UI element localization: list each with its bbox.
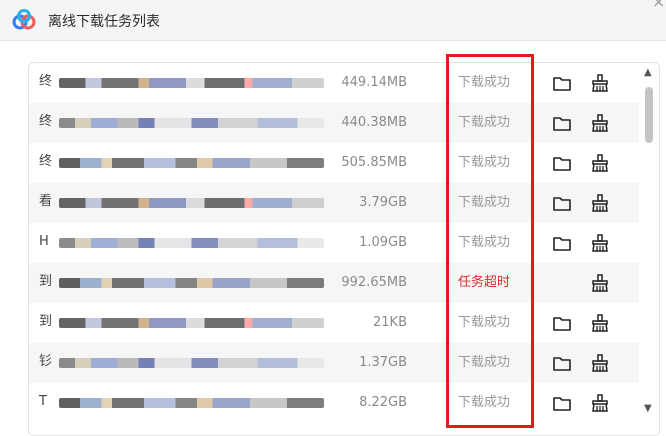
broom-icon[interactable] <box>589 392 611 414</box>
folder-icon[interactable] <box>551 192 573 214</box>
folder-icon[interactable] <box>551 72 573 94</box>
redacted-file-name <box>59 198 324 208</box>
redacted-file-name <box>59 78 324 88</box>
file-name-prefix: H <box>39 234 49 249</box>
redacted-file-name <box>59 318 324 328</box>
table-row[interactable]: 终 449.14MB 下载成功 <box>29 63 639 103</box>
task-status: 下载成功 <box>457 75 510 90</box>
task-status: 下载成功 <box>457 395 510 410</box>
file-name-prefix: 看 <box>39 194 53 209</box>
task-status: 下载成功 <box>457 115 510 130</box>
file-size: 1.37GB <box>359 355 407 370</box>
task-status: 下载成功 <box>457 355 510 370</box>
broom-icon[interactable] <box>589 112 611 134</box>
file-size: 505.85MB <box>341 155 407 170</box>
window-title: 离线下载任务列表 <box>48 14 160 30</box>
folder-icon[interactable] <box>551 352 573 374</box>
table-row[interactable]: 看 3.79GB 下载成功 <box>29 183 639 223</box>
file-name-prefix: 到 <box>39 274 53 289</box>
table-row[interactable]: T 8.22GB 下载成功 <box>29 383 639 423</box>
task-status: 下载成功 <box>457 315 510 330</box>
folder-icon[interactable] <box>551 392 573 414</box>
scroll-down-icon[interactable]: ▼ <box>644 403 652 414</box>
redacted-file-name <box>59 118 324 128</box>
broom-icon[interactable] <box>589 312 611 334</box>
file-size: 992.65MB <box>341 275 407 290</box>
file-size: 1.09GB <box>359 235 407 250</box>
task-status: 下载成功 <box>457 235 510 250</box>
file-size: 449.14MB <box>341 75 407 90</box>
file-name-prefix: 钐 <box>39 354 53 369</box>
file-size: 440.38MB <box>341 115 407 130</box>
file-size: 21KB <box>373 315 407 330</box>
table-row[interactable]: 终 440.38MB 下载成功 <box>29 103 639 143</box>
file-name-prefix: 到 <box>39 314 53 329</box>
broom-icon[interactable] <box>589 72 611 94</box>
file-size: 8.22GB <box>359 395 407 410</box>
broom-icon[interactable] <box>589 192 611 214</box>
task-status: 下载成功 <box>457 195 510 210</box>
file-name-prefix: 终 <box>39 154 53 169</box>
file-size: 3.79GB <box>359 195 407 210</box>
scroll-up-icon[interactable]: ▲ <box>644 67 652 78</box>
title-bar: 离线下载任务列表 × <box>0 0 666 41</box>
broom-icon[interactable] <box>589 232 611 254</box>
folder-icon[interactable] <box>551 152 573 174</box>
folder-icon[interactable] <box>551 232 573 254</box>
redacted-file-name <box>59 238 324 248</box>
redacted-file-name <box>59 158 324 168</box>
redacted-file-name <box>59 278 324 288</box>
redacted-file-name <box>59 398 324 408</box>
broom-icon[interactable] <box>589 352 611 374</box>
task-status: 下载成功 <box>457 155 510 170</box>
table-row[interactable]: 钐 1.37GB 下载成功 <box>29 343 639 383</box>
close-icon[interactable]: × <box>652 0 665 11</box>
folder-icon[interactable] <box>551 312 573 334</box>
task-list-panel: 终 449.14MB 下载成功终 440.38MB 下载成功终 505.85MB 下载成功看… <box>28 62 660 436</box>
scrollbar[interactable]: ▲ ▼ <box>639 63 659 435</box>
cloud-logo-icon <box>12 9 36 30</box>
table-row[interactable]: 到 992.65MB 任务超时 <box>29 263 639 303</box>
table-row[interactable]: H 1.09GB 下载成功 <box>29 223 639 263</box>
file-name-prefix: T <box>39 394 47 409</box>
task-status: 任务超时 <box>457 275 510 290</box>
broom-icon[interactable] <box>589 272 611 294</box>
file-name-prefix: 终 <box>39 114 53 129</box>
table-row[interactable]: 终 505.85MB 下载成功 <box>29 143 639 183</box>
scroll-thumb[interactable] <box>645 87 653 143</box>
table-row[interactable]: 到 21KB 下载成功 <box>29 303 639 343</box>
folder-icon[interactable] <box>551 112 573 134</box>
redacted-file-name <box>59 358 324 368</box>
broom-icon[interactable] <box>589 152 611 174</box>
file-name-prefix: 终 <box>39 74 53 89</box>
